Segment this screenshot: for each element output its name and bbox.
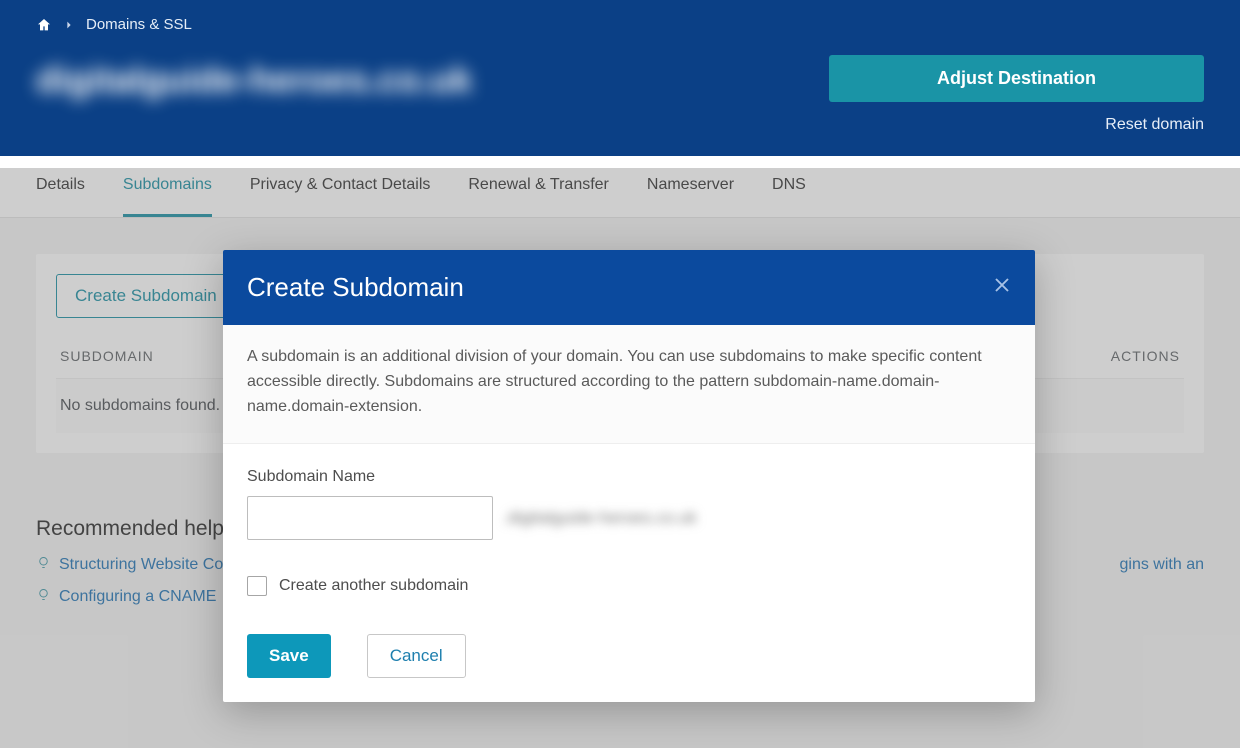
create-subdomain-modal: Create Subdomain A subdomain is an addit… <box>223 250 1035 702</box>
cancel-button[interactable]: Cancel <box>367 634 466 678</box>
breadcrumb: Domains & SSL <box>36 16 1204 33</box>
close-icon[interactable] <box>993 276 1011 299</box>
create-another-checkbox[interactable] <box>247 576 267 596</box>
domain-title: digitalguide-heroes.co.uk <box>36 55 472 105</box>
subdomain-name-input[interactable] <box>247 496 493 540</box>
save-button[interactable]: Save <box>247 634 331 678</box>
reset-domain-link[interactable]: Reset domain <box>1105 116 1204 134</box>
modal-description: A subdomain is an additional division of… <box>223 325 1035 444</box>
chevron-right-icon <box>64 20 74 30</box>
modal-header: Create Subdomain <box>223 250 1035 325</box>
breadcrumb-current[interactable]: Domains & SSL <box>86 16 192 33</box>
domain-suffix: .digitalguide-heroes.co.uk <box>503 508 697 528</box>
subdomain-name-label: Subdomain Name <box>247 468 1011 486</box>
home-icon[interactable] <box>36 17 52 33</box>
create-another-label: Create another subdomain <box>279 577 468 595</box>
page-header: Domains & SSL digitalguide-heroes.co.uk … <box>0 0 1240 156</box>
modal-title: Create Subdomain <box>247 272 464 303</box>
adjust-destination-button[interactable]: Adjust Destination <box>829 55 1204 102</box>
